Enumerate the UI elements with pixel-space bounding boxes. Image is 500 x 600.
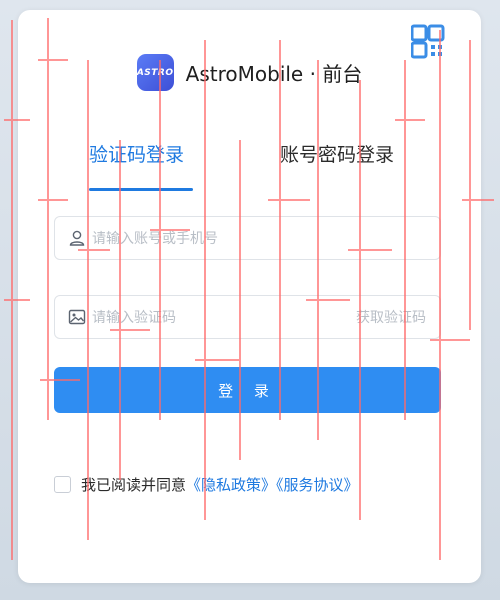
service-agreement-link[interactable]: 《服务协议》 — [276, 476, 359, 494]
image-icon — [68, 309, 86, 325]
tab-sms-login[interactable]: 验证码登录 — [89, 140, 184, 167]
account-placeholder: 请输入账号或手机号 — [92, 231, 218, 247]
login-card: ASTRO AstroMobile · 前台 验证码登录 账号密码登录 请输入账… — [18, 10, 481, 583]
verification-code-field[interactable]: 请输入验证码 获取验证码 — [54, 295, 441, 339]
account-field[interactable]: 请输入账号或手机号 — [54, 216, 441, 260]
code-placeholder: 请输入验证码 — [92, 310, 176, 326]
agreement-checkbox[interactable] — [54, 476, 71, 493]
app-logo: ASTRO — [136, 54, 174, 91]
privacy-policy-link[interactable]: 《隐私政策》 — [186, 476, 276, 494]
user-icon — [69, 230, 85, 246]
get-code-button[interactable]: 获取验证码 — [356, 307, 426, 327]
tab-password-login[interactable]: 账号密码登录 — [280, 140, 394, 167]
brand-header: ASTRO AstroMobile · 前台 — [18, 54, 481, 91]
login-tabs: 验证码登录 账号密码登录 — [18, 140, 481, 194]
agreement-row: 我已阅读并同意《隐私政策》《服务协议》 — [54, 474, 359, 495]
agreement-text: 我已阅读并同意 — [81, 476, 187, 494]
active-tab-indicator — [89, 188, 193, 191]
login-button[interactable]: 登 录 — [54, 367, 441, 413]
brand-title: AstroMobile · 前台 — [185, 62, 363, 86]
